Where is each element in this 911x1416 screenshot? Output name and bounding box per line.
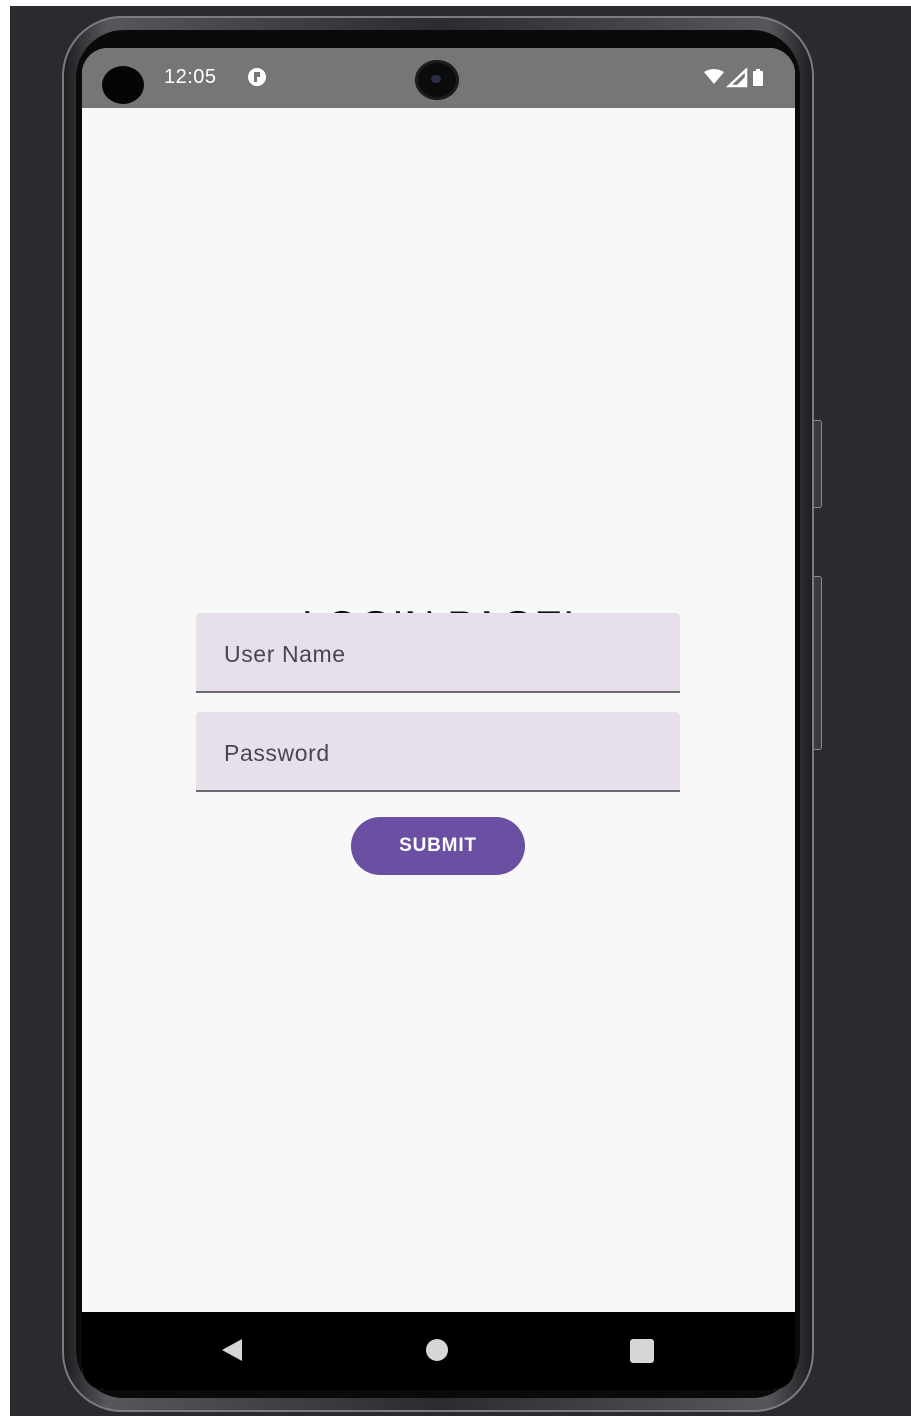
status-time: 12:05	[164, 66, 217, 88]
sensor-cutout	[102, 66, 144, 104]
device-screen: 12:05 LOGIN PAGE! User Name	[82, 48, 795, 1390]
cellular-signal-icon	[725, 68, 748, 88]
password-placeholder: Password	[224, 740, 330, 766]
submit-button[interactable]: SUBMIT	[351, 817, 525, 875]
status-bar: 12:05	[82, 48, 795, 108]
back-triangle-icon[interactable]	[218, 1336, 246, 1364]
username-field[interactable]: User Name	[196, 613, 680, 693]
battery-icon	[753, 69, 763, 86]
home-circle-icon[interactable]	[425, 1338, 449, 1362]
status-icons	[704, 68, 763, 88]
wifi-icon	[704, 69, 724, 84]
camera-lens	[431, 75, 441, 83]
navigation-bar	[82, 1312, 795, 1390]
camera-cutout	[415, 60, 459, 100]
username-placeholder: User Name	[224, 641, 346, 667]
recents-square-icon[interactable]	[629, 1338, 655, 1364]
notification-badge-icon	[248, 68, 266, 86]
password-field[interactable]: Password	[196, 712, 680, 792]
login-screen: LOGIN PAGE! User Name Password SUBMIT	[82, 108, 795, 1312]
